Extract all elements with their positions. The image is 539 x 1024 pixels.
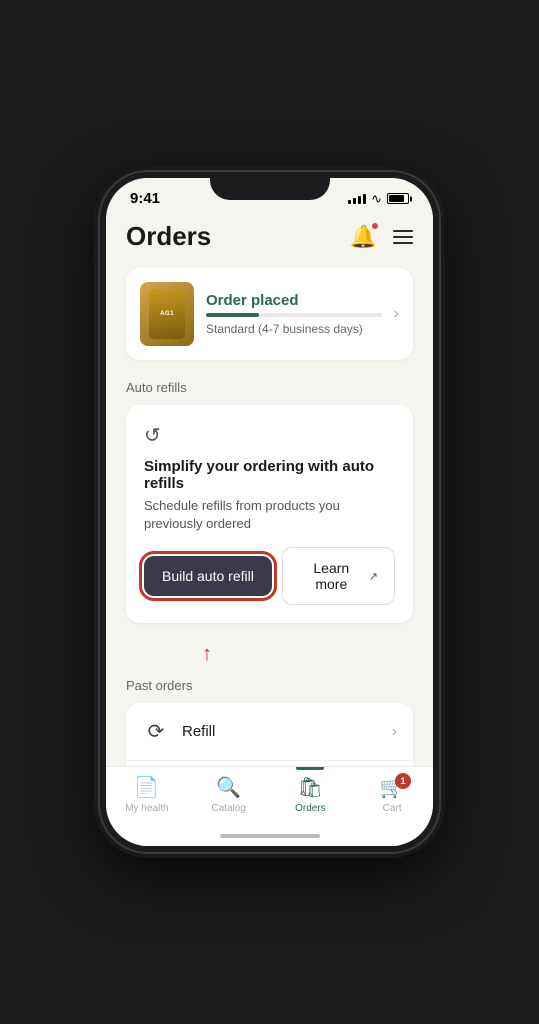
page-header: Orders 🔔 bbox=[126, 213, 413, 268]
header-actions: 🔔 bbox=[350, 224, 413, 250]
menu-line-1 bbox=[393, 230, 413, 232]
red-arrow-icon: ↑ bbox=[202, 643, 212, 666]
auto-refills-actions: Build auto refill Learn more ↗ bbox=[144, 547, 395, 605]
catalog-label: Catalog bbox=[211, 803, 245, 814]
phone-frame: 9:41 ∿ Orders 🔔 bbox=[100, 172, 439, 852]
wifi-icon: ∿ bbox=[371, 191, 382, 207]
tab-active-indicator bbox=[296, 767, 324, 770]
phone-screen: 9:41 ∿ Orders 🔔 bbox=[106, 178, 433, 846]
build-auto-refill-button[interactable]: Build auto refill bbox=[144, 556, 272, 596]
my-health-icon: 📄 bbox=[134, 775, 159, 800]
refresh-icon: ↺ bbox=[144, 425, 161, 447]
auto-refills-desc: Schedule refills from products you previ… bbox=[144, 497, 395, 533]
orders-label: Orders bbox=[295, 803, 326, 814]
catalog-icon: 🔍 bbox=[216, 775, 241, 800]
notification-button[interactable]: 🔔 bbox=[350, 224, 377, 250]
order-arrow-icon: › bbox=[394, 305, 399, 323]
status-time: 9:41 bbox=[130, 190, 160, 207]
order-progress-bar bbox=[206, 313, 382, 317]
menu-line-2 bbox=[393, 236, 413, 238]
auto-refills-title: Simplify your ordering with auto refills bbox=[144, 458, 395, 492]
battery-icon bbox=[387, 193, 409, 204]
order-progress-fill bbox=[206, 313, 259, 317]
cart-label: Cart bbox=[383, 803, 402, 814]
orders-icon: 🛍 bbox=[298, 775, 323, 800]
refresh-icon-wrap: ↺ bbox=[144, 423, 395, 448]
refill-arrow-icon: › bbox=[392, 723, 397, 741]
past-orders-section-label: Past orders bbox=[126, 678, 413, 693]
tab-catalog[interactable]: 🔍 Catalog bbox=[188, 775, 270, 814]
arrow-indicator: ↑ bbox=[126, 643, 413, 666]
external-link-icon: ↗ bbox=[369, 570, 378, 583]
refill-icon: ⟳ bbox=[142, 719, 170, 744]
home-indicator bbox=[106, 826, 433, 846]
page-title: Orders bbox=[126, 221, 211, 252]
cart-badge: 1 bbox=[395, 773, 411, 789]
past-orders-card: ⟳ Refill › 🗂 Order history › bbox=[126, 703, 413, 766]
auto-refills-card: ↺ Simplify your ordering with auto refil… bbox=[126, 405, 413, 623]
tab-orders[interactable]: 🛍 Orders bbox=[270, 775, 352, 814]
tab-bar: 📄 My health 🔍 Catalog 🛍 Orders 🛒 1 Cart bbox=[106, 766, 433, 826]
product-bottle: AG1 bbox=[149, 289, 185, 339]
product-label: AG1 bbox=[160, 311, 174, 317]
learn-more-label: Learn more bbox=[299, 560, 364, 592]
refill-label: Refill bbox=[182, 723, 380, 740]
home-bar bbox=[220, 834, 320, 838]
product-image: AG1 bbox=[140, 282, 194, 346]
main-content: Orders 🔔 AG1 bbox=[106, 213, 433, 766]
tab-cart[interactable]: 🛒 1 Cart bbox=[351, 775, 433, 814]
status-icons: ∿ bbox=[348, 191, 409, 207]
notification-badge bbox=[371, 222, 379, 230]
order-status: Order placed bbox=[206, 292, 382, 309]
learn-more-button[interactable]: Learn more ↗ bbox=[282, 547, 395, 605]
menu-button[interactable] bbox=[393, 230, 413, 244]
my-health-label: My health bbox=[125, 803, 168, 814]
order-card[interactable]: AG1 Order placed Standard (4-7 business … bbox=[126, 268, 413, 360]
tab-my-health[interactable]: 📄 My health bbox=[106, 775, 188, 814]
order-shipping: Standard (4-7 business days) bbox=[206, 322, 382, 336]
menu-line-3 bbox=[393, 242, 413, 244]
auto-refills-section-label: Auto refills bbox=[126, 380, 413, 395]
signal-bars-icon bbox=[348, 194, 366, 204]
refill-item[interactable]: ⟳ Refill › bbox=[126, 703, 413, 760]
order-info: Order placed Standard (4-7 business days… bbox=[206, 292, 382, 336]
notch bbox=[210, 172, 330, 200]
